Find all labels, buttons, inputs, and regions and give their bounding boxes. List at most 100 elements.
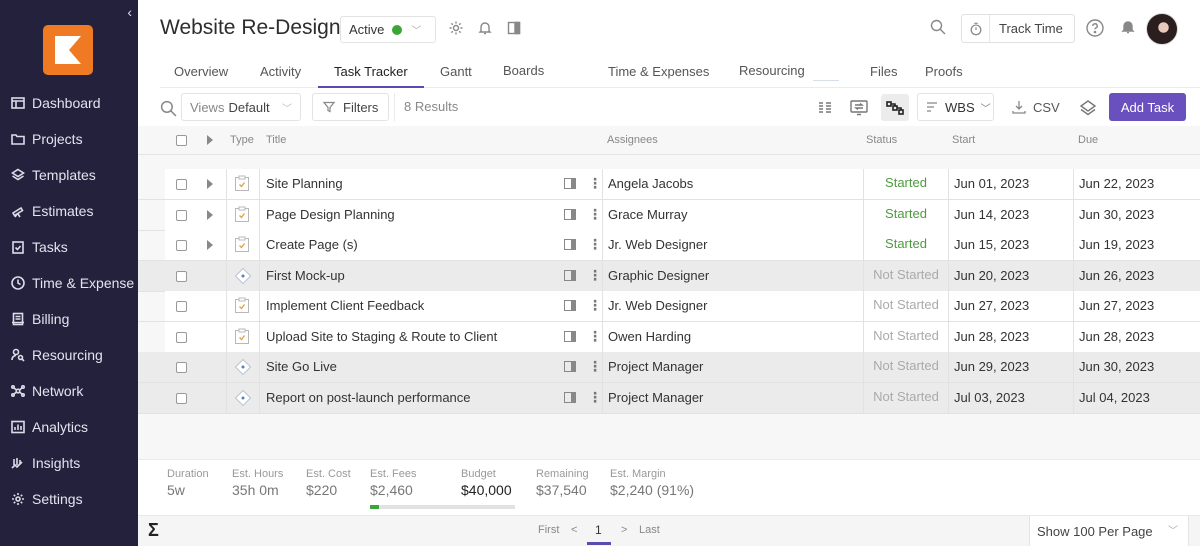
sidebar-item-insights[interactable]: Insights <box>0 445 138 481</box>
column-assignees[interactable]: Assignees <box>607 134 658 146</box>
task-status[interactable]: Not Started <box>864 260 948 290</box>
sigma-totals-icon[interactable]: Σ <box>148 520 159 541</box>
open-panel-icon[interactable] <box>564 269 576 281</box>
table-row[interactable]: Create Page (s) ⋮ Jr. Web Designer Start… <box>138 230 1200 261</box>
task-title[interactable]: Site Go Live <box>266 352 337 382</box>
task-assignee[interactable]: Jr. Web Designer <box>608 291 707 321</box>
tab-boards[interactable]: Boards <box>503 63 544 78</box>
sidebar-item-tasks[interactable]: Tasks <box>0 229 138 265</box>
more-options-icon[interactable]: ⋮ <box>588 359 602 373</box>
task-assignee[interactable]: Project Manager <box>608 352 703 382</box>
more-options-icon[interactable]: ⋮ <box>588 268 602 282</box>
tab-activity[interactable]: Activity <box>260 64 301 79</box>
tab-task-tracker[interactable]: Task Tracker <box>334 64 408 79</box>
task-start-date[interactable]: Jun 20, 2023 <box>954 261 1029 291</box>
task-start-date[interactable]: Jun 01, 2023 <box>954 169 1029 199</box>
sidebar-item-network[interactable]: Network <box>0 373 138 409</box>
row-checkbox[interactable] <box>176 301 187 312</box>
expand-caret-icon[interactable] <box>207 179 213 189</box>
row-checkbox[interactable] <box>176 179 187 190</box>
card-view-icon[interactable] <box>845 94 873 121</box>
task-title[interactable]: Create Page (s) <box>266 230 358 260</box>
compact-list-icon[interactable] <box>811 94 839 121</box>
pager-first[interactable]: First <box>538 524 559 536</box>
sidebar-item-time-expense[interactable]: Time & Expense <box>0 265 138 301</box>
table-row[interactable]: Report on post-launch performance ⋮ Proj… <box>138 382 1200 414</box>
task-assignee[interactable]: Owen Harding <box>608 322 691 352</box>
select-all-checkbox[interactable] <box>176 135 187 146</box>
more-options-icon[interactable]: ⋮ <box>588 298 602 312</box>
open-panel-icon[interactable] <box>564 239 576 250</box>
column-due[interactable]: Due <box>1078 134 1098 146</box>
sidebar-item-templates[interactable]: Templates <box>0 157 138 193</box>
row-checkbox[interactable] <box>176 392 187 404</box>
more-options-icon[interactable]: ⋮ <box>588 237 602 251</box>
pager-last[interactable]: Last <box>639 524 660 536</box>
column-start[interactable]: Start <box>952 134 975 146</box>
dependencies-icon[interactable] <box>881 94 909 121</box>
views-dropdown[interactable]: Views Default ﹀ <box>181 93 301 121</box>
tab-proofs[interactable]: Proofs <box>925 64 963 79</box>
pager-next[interactable]: > <box>621 524 627 536</box>
per-page-dropdown[interactable]: Show 100 Per Page ﹀ <box>1029 516 1189 546</box>
sidebar-item-estimates[interactable]: Estimates <box>0 193 138 229</box>
expand-caret-icon[interactable] <box>207 240 213 250</box>
column-type[interactable]: Type <box>230 134 254 146</box>
task-status[interactable]: Started <box>864 229 948 259</box>
open-panel-icon[interactable] <box>564 300 576 311</box>
more-options-icon[interactable]: ⋮ <box>588 390 602 404</box>
task-assignee[interactable]: Graphic Designer <box>608 261 709 291</box>
search-icon[interactable] <box>930 19 946 35</box>
task-title[interactable]: Site Planning <box>266 169 343 199</box>
pager-current-page[interactable]: 1 <box>595 523 602 537</box>
expand-all-caret-icon[interactable] <box>207 135 213 145</box>
task-status[interactable]: Started <box>864 199 948 229</box>
task-start-date[interactable]: Jun 27, 2023 <box>954 291 1029 321</box>
task-due-date[interactable]: Jun 26, 2023 <box>1079 261 1154 291</box>
tab-time-expenses[interactable]: Time & Expenses <box>608 64 709 79</box>
task-title[interactable]: Upload Site to Staging & Route to Client <box>266 322 497 352</box>
help-icon[interactable] <box>1086 19 1104 37</box>
tab-gantt[interactable]: Gantt <box>440 64 472 79</box>
sidebar-item-settings[interactable]: Settings <box>0 481 138 517</box>
row-checkbox[interactable] <box>176 331 187 343</box>
task-status[interactable]: Not Started <box>864 351 948 381</box>
sidebar-item-billing[interactable]: Billing <box>0 301 138 337</box>
pager-prev[interactable]: < <box>571 524 577 536</box>
task-assignee[interactable]: Jr. Web Designer <box>608 230 707 260</box>
task-start-date[interactable]: Jun 28, 2023 <box>954 322 1029 352</box>
table-row[interactable]: First Mock-up ⋮ Graphic Designer Not Sta… <box>138 260 1200 292</box>
open-panel-icon[interactable] <box>564 208 576 220</box>
task-status[interactable]: Not Started <box>864 382 948 412</box>
row-checkbox[interactable] <box>176 270 187 282</box>
open-panel-icon[interactable] <box>564 391 576 403</box>
task-title[interactable]: Implement Client Feedback <box>266 291 424 321</box>
tab-resourcing[interactable]: Resourcing <box>739 63 805 78</box>
table-row[interactable]: Upload Site to Staging & Route to Client… <box>138 321 1200 353</box>
task-due-date[interactable]: Jul 04, 2023 <box>1079 383 1150 413</box>
table-row[interactable]: Site Planning ⋮ Angela Jacobs Started Ju… <box>138 169 1200 200</box>
user-avatar[interactable] <box>1146 13 1178 45</box>
task-due-date[interactable]: Jun 30, 2023 <box>1079 200 1154 230</box>
task-due-date[interactable]: Jun 30, 2023 <box>1079 352 1154 382</box>
expand-caret-icon[interactable] <box>207 209 213 220</box>
task-due-date[interactable]: Jun 19, 2023 <box>1079 230 1154 260</box>
row-checkbox[interactable] <box>176 209 187 221</box>
chevron-left-icon[interactable]: ‹ <box>127 4 132 20</box>
sidebar-item-dashboard[interactable]: Dashboard <box>0 85 138 121</box>
task-start-date[interactable]: Jun 29, 2023 <box>954 352 1029 382</box>
table-row[interactable]: Site Go Live ⋮ Project Manager Not Start… <box>138 352 1200 383</box>
task-start-date[interactable]: Jul 03, 2023 <box>954 383 1025 413</box>
filters-button[interactable]: Filters <box>312 93 389 121</box>
task-title[interactable]: Page Design Planning <box>266 200 395 230</box>
notifications-bell-icon[interactable] <box>1120 19 1136 35</box>
sidebar-item-resourcing[interactable]: Resourcing <box>0 337 138 373</box>
task-title[interactable]: First Mock-up <box>266 261 345 291</box>
task-status[interactable]: Started <box>864 168 948 198</box>
sidebar-item-projects[interactable]: Projects <box>0 121 138 157</box>
task-start-date[interactable]: Jun 15, 2023 <box>954 230 1029 260</box>
more-options-icon[interactable]: ⋮ <box>588 176 602 190</box>
task-assignee[interactable]: Grace Murray <box>608 200 687 230</box>
side-panel-icon[interactable] <box>506 20 522 36</box>
tab-files[interactable]: Files <box>870 64 897 79</box>
